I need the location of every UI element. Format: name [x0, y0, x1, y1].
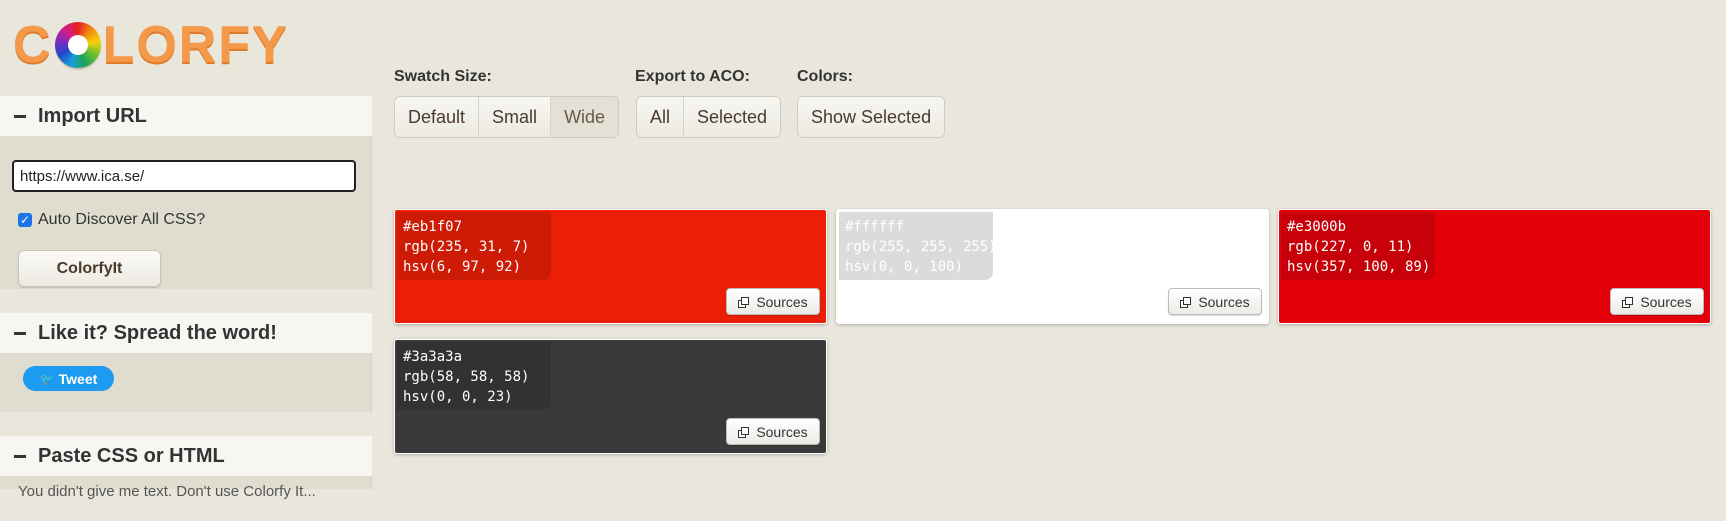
paste-textarea-text[interactable]: You didn't give me text. Don't use Color…	[18, 483, 316, 500]
colorfy-it-button[interactable]: ColorfyIt	[18, 250, 161, 287]
sources-button[interactable]: Sources	[1168, 288, 1262, 315]
export-aco-label: Export to ACO:	[635, 68, 750, 85]
swatch-size-group: Default Small Wide	[394, 96, 620, 138]
sidebar: Import URL ✓ Auto Discover All CSS? Colo…	[0, 96, 372, 500]
export-aco-group: All Selected	[636, 96, 782, 138]
swatch-rgb: rgb(58, 58, 58)	[403, 369, 530, 385]
show-selected-button[interactable]: Show Selected	[798, 97, 945, 137]
colors-group: Show Selected	[797, 96, 946, 138]
popup-window-icon	[738, 296, 750, 308]
import-url-title: Import URL	[38, 104, 147, 127]
collapse-minus-icon[interactable]	[14, 331, 26, 335]
swatch-rgb: rgb(235, 31, 7)	[403, 239, 530, 255]
swatch-hsv: hsv(357, 100, 89)	[1287, 259, 1431, 275]
tweet-label: Tweet	[58, 370, 98, 387]
logo-text-rest: LORFY	[102, 16, 289, 74]
colors-label: Colors:	[797, 68, 853, 85]
sources-label: Sources	[756, 423, 808, 440]
swatch-info: #eb1f07 rgb(235, 31, 7) hsv(6, 97, 92)	[397, 212, 551, 280]
sources-button[interactable]: Sources	[1610, 288, 1704, 315]
share-panel: 🐦 Tweet	[0, 354, 372, 412]
sources-button[interactable]: Sources	[726, 288, 820, 315]
sources-label: Sources	[1640, 293, 1692, 310]
swatch-hex: #3a3a3a	[403, 349, 463, 365]
popup-window-icon	[1622, 296, 1634, 308]
swatch-hex: #eb1f07	[403, 219, 463, 235]
import-url-panel: ✓ Auto Discover All CSS? ColorfyIt	[0, 137, 372, 289]
import-url-header[interactable]: Import URL	[0, 96, 372, 137]
swatch-hex: #e3000b	[1287, 219, 1347, 235]
swatch-size-small-button[interactable]: Small	[479, 97, 552, 137]
paste-title: Paste CSS or HTML	[38, 444, 225, 467]
sources-button[interactable]: Sources	[726, 418, 820, 445]
export-all-button[interactable]: All	[637, 97, 685, 137]
swatch-size-wide-button[interactable]: Wide	[551, 97, 619, 137]
swatch-rgb: rgb(255, 255, 255)	[845, 239, 997, 255]
swatch-info: #3a3a3a rgb(58, 58, 58) hsv(0, 0, 23)	[397, 342, 551, 410]
collapse-minus-icon[interactable]	[14, 454, 26, 458]
export-selected-button[interactable]: Selected	[684, 97, 781, 137]
share-header[interactable]: Like it? Spread the word!	[0, 313, 372, 354]
auto-discover-checkbox[interactable]: ✓	[18, 213, 32, 227]
color-swatch[interactable]: #3a3a3a rgb(58, 58, 58) hsv(0, 0, 23) So…	[394, 339, 827, 454]
swatch-size-label: Swatch Size:	[394, 68, 492, 85]
paste-panel[interactable]: You didn't give me text. Don't use Color…	[0, 477, 372, 500]
colorfy-logo[interactable]: C LORFY	[13, 16, 289, 74]
sources-label: Sources	[1198, 293, 1250, 310]
auto-discover-label[interactable]: Auto Discover All CSS?	[38, 211, 205, 229]
share-title: Like it? Spread the word!	[38, 321, 277, 344]
url-input[interactable]	[12, 160, 356, 192]
twitter-bird-icon: 🐦	[39, 371, 55, 386]
swatch-hsv: hsv(6, 97, 92)	[403, 259, 522, 275]
logo-text-c: C	[13, 16, 53, 74]
collapse-minus-icon[interactable]	[14, 114, 26, 118]
swatch-hex: #ffffff	[845, 219, 905, 235]
swatch-hsv: hsv(0, 0, 100)	[845, 259, 964, 275]
popup-window-icon	[1180, 296, 1192, 308]
swatch-rgb: rgb(227, 0, 11)	[1287, 239, 1414, 255]
tweet-button[interactable]: 🐦 Tweet	[23, 366, 114, 391]
color-wheel-icon	[54, 22, 101, 68]
swatch-info: #ffffff rgb(255, 255, 255) hsv(0, 0, 100…	[839, 212, 997, 280]
color-swatch[interactable]: #eb1f07 rgb(235, 31, 7) hsv(6, 97, 92) S…	[394, 209, 827, 324]
swatch-info: #e3000b rgb(227, 0, 11) hsv(357, 100, 89…	[1281, 212, 1435, 280]
color-swatch[interactable]: #ffffff rgb(255, 255, 255) hsv(0, 0, 100…	[836, 209, 1269, 324]
swatch-size-default-button[interactable]: Default	[395, 97, 480, 137]
paste-header[interactable]: Paste CSS or HTML	[0, 436, 372, 477]
sources-label: Sources	[756, 293, 808, 310]
color-swatch[interactable]: #e3000b rgb(227, 0, 11) hsv(357, 100, 89…	[1278, 209, 1711, 324]
auto-discover-row[interactable]: ✓ Auto Discover All CSS?	[18, 211, 205, 229]
swatch-hsv: hsv(0, 0, 23)	[403, 389, 513, 405]
popup-window-icon	[738, 426, 750, 438]
